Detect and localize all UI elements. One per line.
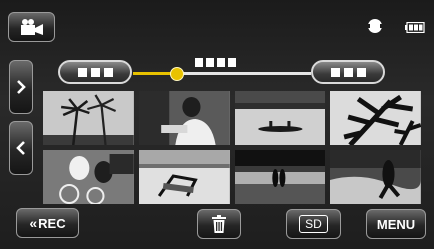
date-previous-indicator	[77, 67, 113, 77]
thumbnail-grid	[43, 91, 421, 204]
menu-button[interactable]: MENU	[366, 209, 426, 239]
thumbnail-cyclists[interactable]	[43, 150, 134, 204]
double-chevron-left-icon: «	[29, 215, 38, 231]
thumbnail-couple-at-sunset[interactable]	[234, 150, 326, 204]
thumbnail-palm-trees[interactable]	[43, 91, 134, 145]
previous-date-button[interactable]	[58, 60, 132, 84]
menu-label: MENU	[376, 216, 416, 232]
chevron-left-icon	[16, 141, 25, 155]
trash-icon	[212, 215, 226, 233]
memory-card-icon	[368, 19, 382, 33]
battery-icon	[405, 22, 425, 33]
next-page-button[interactable]	[9, 60, 33, 114]
storage-select-button[interactable]: SD	[286, 209, 341, 239]
scrubber-handle[interactable]	[169, 67, 184, 81]
thumbnail-beach-chair[interactable]	[138, 150, 230, 204]
date-scrubber[interactable]	[133, 67, 311, 81]
sd-label: SD	[299, 215, 328, 233]
thumbnail-runner-on-beach[interactable]	[330, 150, 421, 204]
rec-label: REC	[38, 215, 66, 231]
date-next-indicator	[330, 67, 366, 77]
thumbnail-palm-leaves[interactable]	[330, 91, 421, 145]
mode-button[interactable]	[8, 12, 55, 42]
video-camera-icon	[20, 19, 43, 35]
chevron-right-icon	[17, 80, 26, 94]
rec-mode-button[interactable]: « REC	[16, 208, 79, 238]
delete-button[interactable]	[197, 209, 241, 239]
previous-page-button[interactable]	[9, 121, 33, 175]
thumbnail-person-reading[interactable]	[138, 91, 230, 145]
thumbnail-canoe-on-lake[interactable]	[234, 91, 326, 145]
playback-screen: « REC SD MENU	[0, 0, 434, 249]
current-date-label	[195, 58, 236, 67]
next-date-button[interactable]	[311, 60, 385, 84]
